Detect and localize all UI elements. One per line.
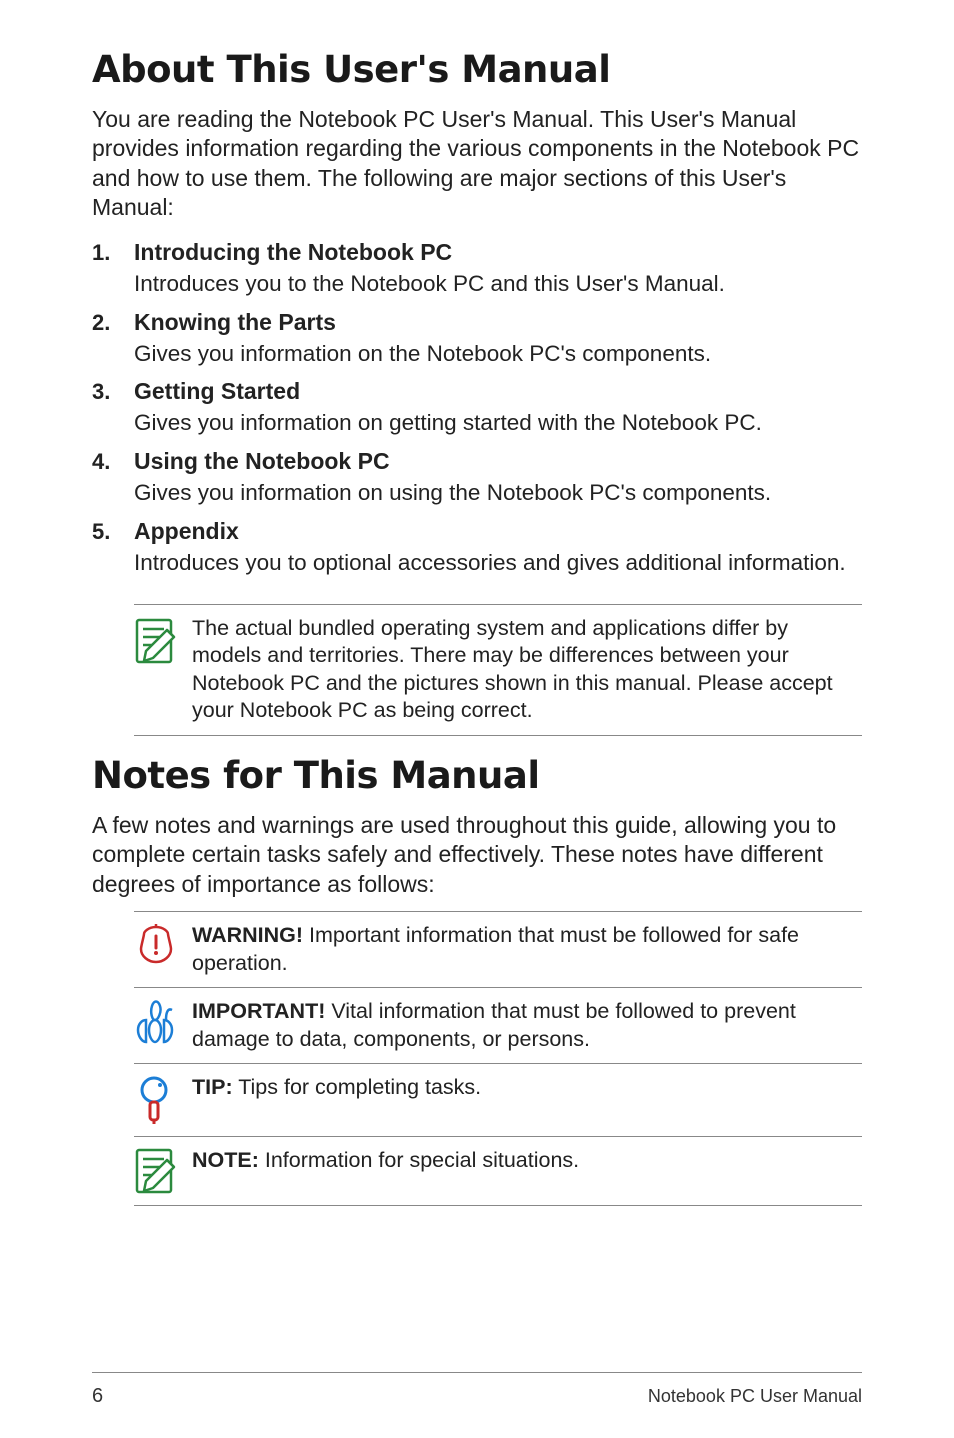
callout-label: IMPORTANT! [192, 999, 325, 1023]
callout-label: WARNING! [192, 923, 303, 947]
section-description: Gives you information on using the Noteb… [92, 479, 862, 508]
section-number: 2. [92, 310, 134, 336]
section-title: Introducing the Notebook PC [134, 239, 452, 266]
section-title: Using the Notebook PC [134, 448, 390, 475]
note-icon [134, 1147, 192, 1195]
heading-2: Notes for This Manual [92, 754, 862, 797]
section-description: Introduces you to optional accessories a… [92, 549, 862, 578]
section-number: 1. [92, 240, 134, 266]
callout-text: Tips for completing tasks. [233, 1075, 482, 1099]
section-number: 4. [92, 449, 134, 475]
footer-title: Notebook PC User Manual [648, 1386, 862, 1407]
section-number: 3. [92, 379, 134, 405]
note-icon [134, 617, 192, 665]
callout-label: TIP: [192, 1075, 233, 1099]
warning-icon [134, 922, 192, 966]
intro-paragraph-1: You are reading the Notebook PC User's M… [92, 105, 862, 223]
section-description: Introduces you to the Notebook PC and th… [92, 270, 862, 299]
section-title: Getting Started [134, 378, 300, 405]
callout-label: NOTE: [192, 1148, 259, 1172]
tip-icon [134, 1074, 192, 1126]
important-icon [134, 998, 192, 1046]
page-number: 6 [92, 1385, 103, 1408]
heading-1: About This User's Manual [92, 48, 862, 91]
intro-paragraph-2: A few notes and warnings are used throug… [92, 811, 862, 899]
section-title: Knowing the Parts [134, 309, 336, 336]
section-description: Gives you information on getting started… [92, 409, 862, 438]
callout-text: Information for special situations. [259, 1148, 579, 1172]
section-description: Gives you information on the Notebook PC… [92, 340, 862, 369]
system-note-text: The actual bundled operating system and … [192, 615, 862, 725]
section-title: Appendix [134, 518, 239, 545]
section-number: 5. [92, 519, 134, 545]
